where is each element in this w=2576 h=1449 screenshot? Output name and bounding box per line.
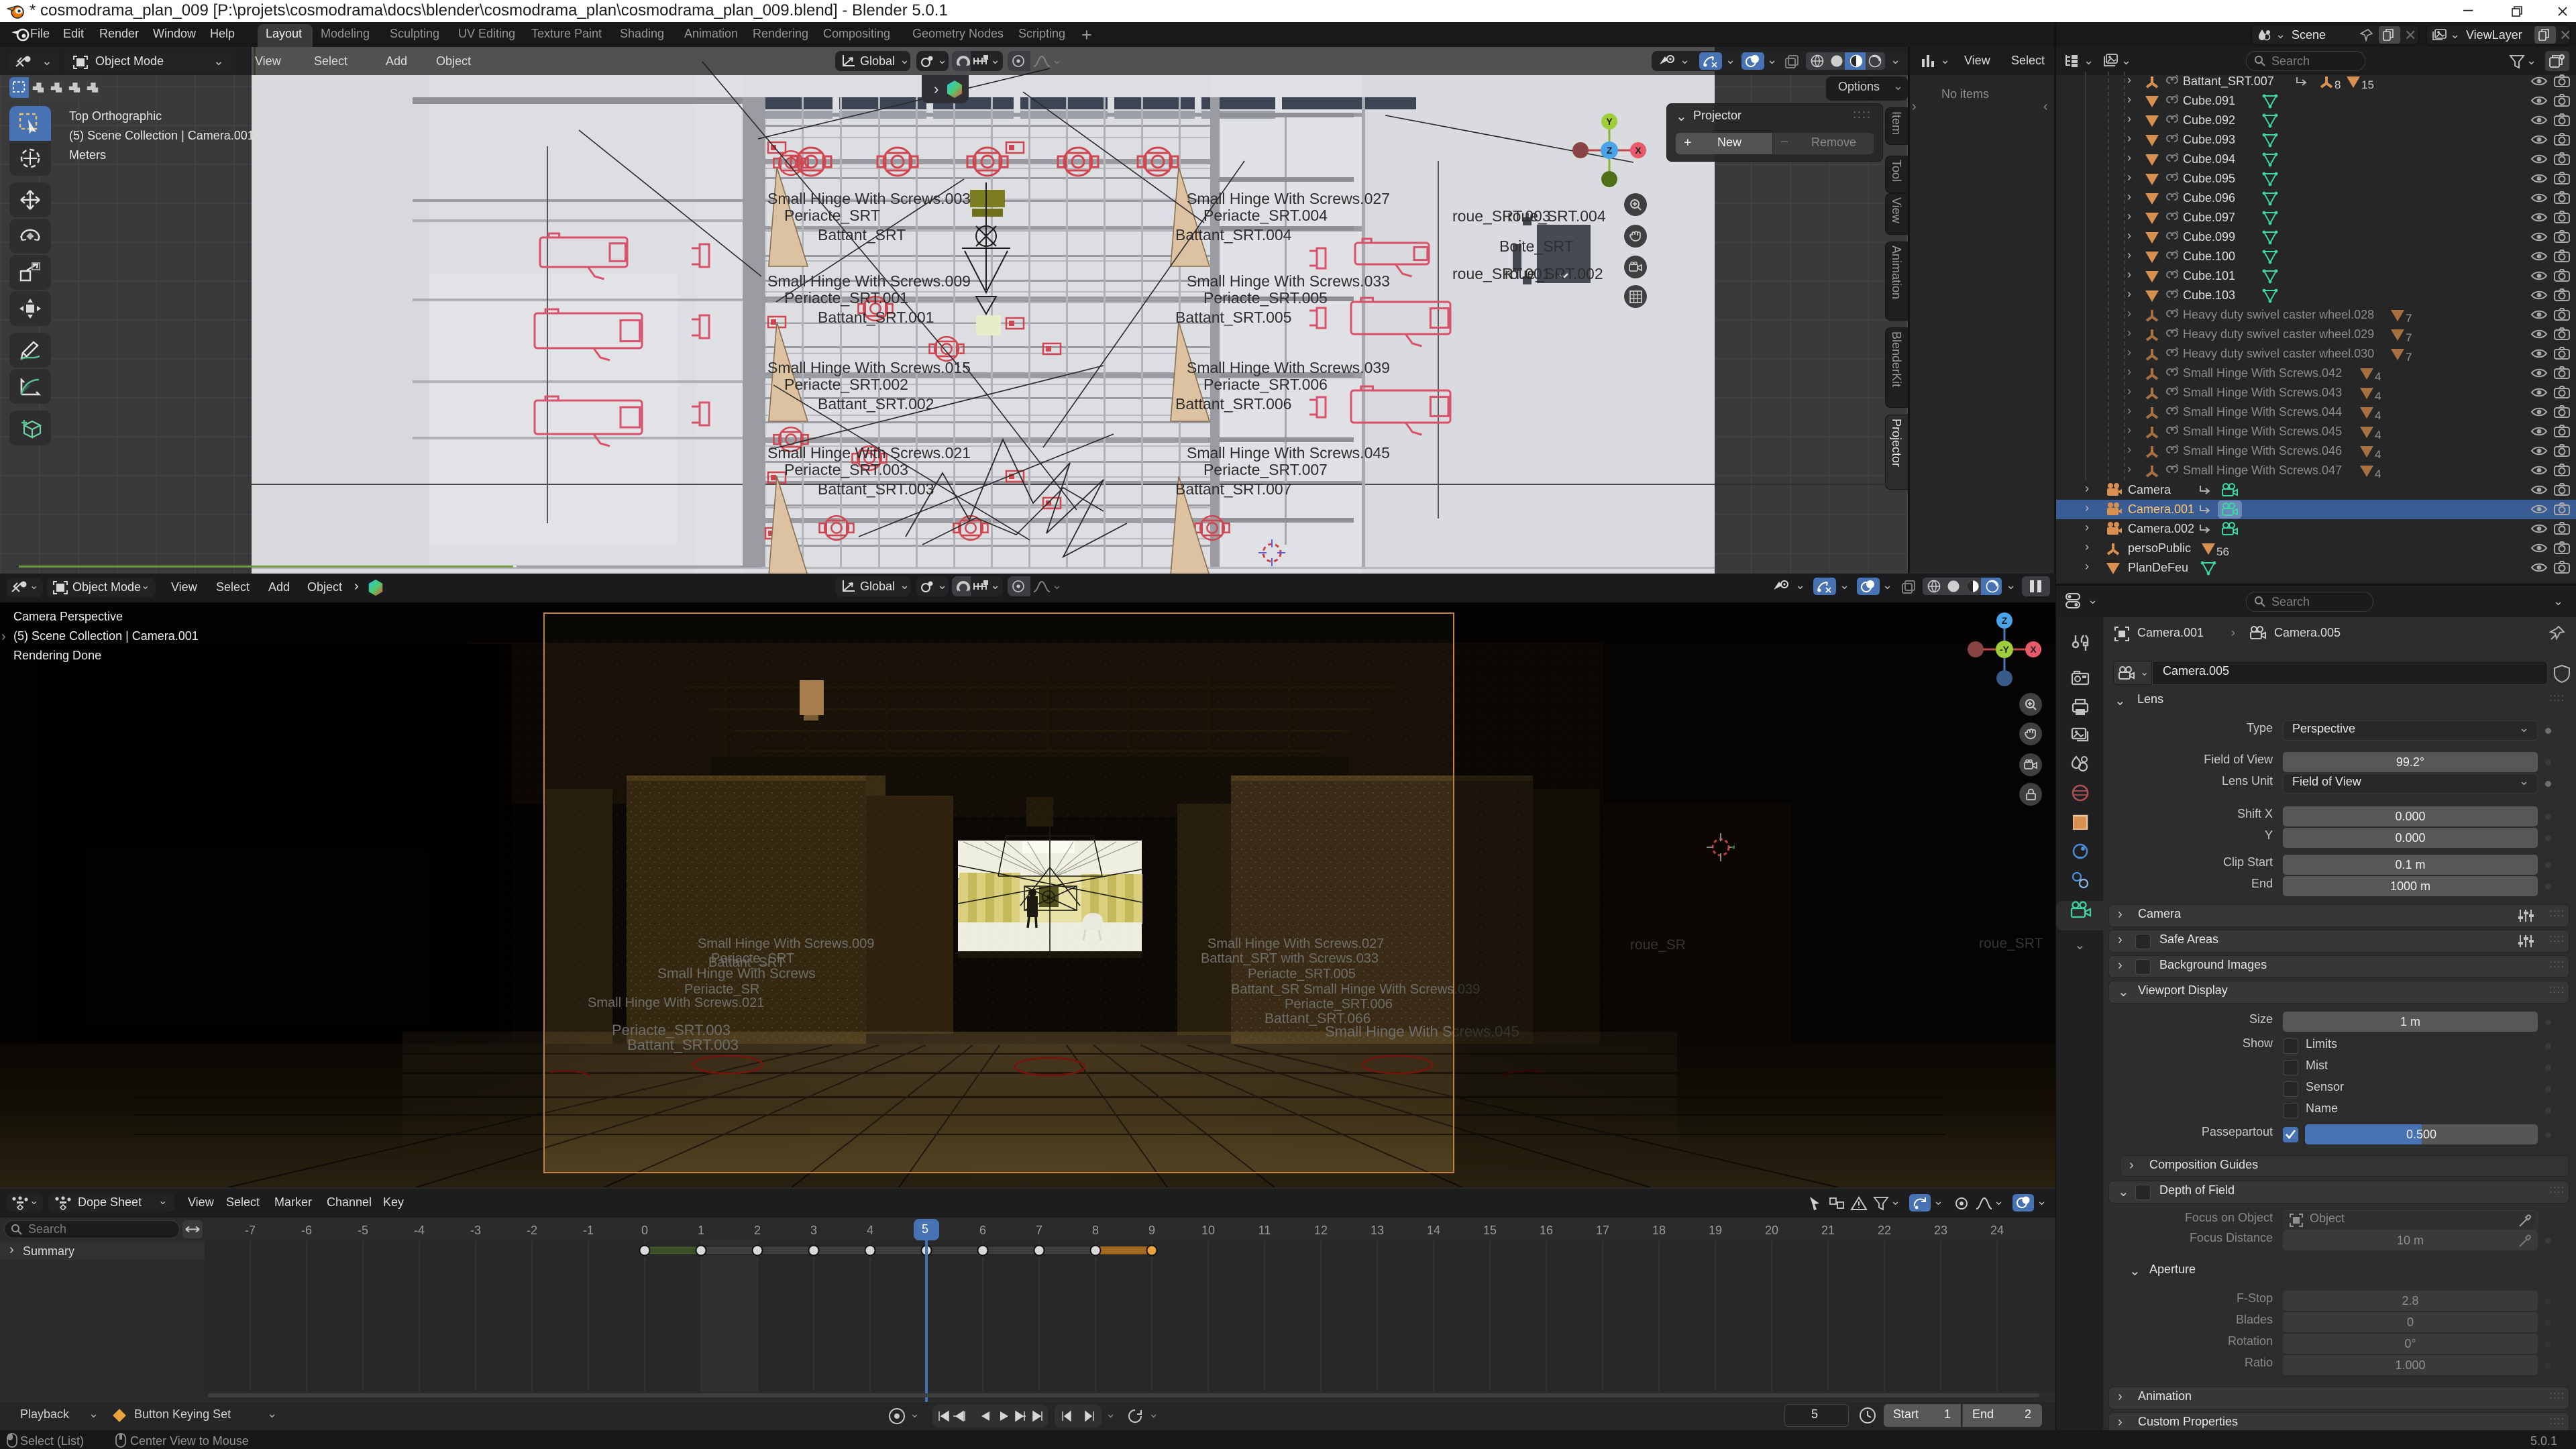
- svg-text:Small Hinge With Screws.045: Small Hinge With Screws.045: [1187, 444, 1390, 462]
- svg-text:Periacte_SRT: Periacte_SRT: [784, 207, 880, 224]
- svg-text:18: 18: [1652, 1224, 1666, 1237]
- svg-text:Battant_SRT.003: Battant_SRT.003: [818, 480, 934, 498]
- svg-text:1: 1: [698, 1224, 704, 1237]
- svg-text:Periacte_SRT.002: Periacte_SRT.002: [784, 376, 908, 393]
- svg-text:0: 0: [641, 1224, 648, 1237]
- svg-text:11: 11: [1258, 1224, 1271, 1237]
- svg-text:Periacte_SRT.007: Periacte_SRT.007: [1203, 461, 1328, 478]
- svg-text:-1: -1: [583, 1224, 594, 1237]
- svg-text:3: 3: [810, 1224, 817, 1237]
- svg-text:Small Hinge With Screws.021: Small Hinge With Screws.021: [767, 444, 971, 462]
- svg-text:13: 13: [1371, 1224, 1384, 1237]
- svg-text:-5: -5: [358, 1224, 368, 1237]
- svg-text:Battant_SRT: Battant_SRT: [818, 226, 906, 244]
- svg-text:Battant_SRT.001: Battant_SRT.001: [818, 309, 934, 326]
- svg-text:Battant_SRT.007: Battant_SRT.007: [1175, 480, 1291, 498]
- svg-text:Boite_SRT: Boite_SRT: [1499, 237, 1574, 255]
- svg-text:14: 14: [1427, 1224, 1440, 1237]
- svg-text:23: 23: [1934, 1224, 1947, 1237]
- svg-text:Small Hinge With Screws.033: Small Hinge With Screws.033: [1187, 272, 1390, 290]
- svg-text:6: 6: [979, 1224, 986, 1237]
- svg-text:Periacte_SRT.005: Periacte_SRT.005: [1203, 289, 1328, 307]
- svg-text:Small Hinge With Screws.003: Small Hinge With Screws.003: [767, 190, 971, 207]
- svg-text:4: 4: [867, 1224, 873, 1237]
- svg-text:Small Hinge With Screws.009: Small Hinge With Screws.009: [767, 272, 971, 290]
- svg-text:Periacte_SRT.006: Periacte_SRT.006: [1203, 376, 1328, 393]
- svg-text:-7: -7: [245, 1224, 256, 1237]
- svg-text:22: 22: [1878, 1224, 1891, 1237]
- svg-text:Z: Z: [1607, 145, 1613, 156]
- svg-text:Battant_SRT.006: Battant_SRT.006: [1175, 395, 1291, 413]
- svg-text:Small Hinge With Screws.027: Small Hinge With Screws.027: [1187, 190, 1390, 207]
- svg-text:2: 2: [754, 1224, 761, 1237]
- svg-text:7: 7: [1036, 1224, 1042, 1237]
- svg-text:Z: Z: [2002, 615, 2008, 626]
- svg-text:19: 19: [1709, 1224, 1722, 1237]
- svg-text:16: 16: [1540, 1224, 1553, 1237]
- svg-text:10: 10: [1201, 1224, 1215, 1237]
- svg-text:Periacte_SRT.001: Periacte_SRT.001: [784, 289, 908, 307]
- svg-text:X: X: [2030, 644, 2037, 655]
- svg-text:roue_SRT.002: roue_SRT.002: [1505, 265, 1603, 282]
- svg-text:8: 8: [1092, 1224, 1099, 1237]
- svg-text:21: 21: [1821, 1224, 1835, 1237]
- svg-text:20: 20: [1765, 1224, 1778, 1237]
- svg-text:12: 12: [1314, 1224, 1328, 1237]
- svg-text:roue_SRT.004: roue_SRT.004: [1507, 207, 1606, 225]
- svg-text:Small Hinge With Screws.015: Small Hinge With Screws.015: [767, 359, 971, 376]
- svg-text:Battant_SRT.004: Battant_SRT.004: [1175, 226, 1292, 244]
- svg-text:-Y: -Y: [2000, 644, 2010, 655]
- svg-text:-2: -2: [527, 1224, 537, 1237]
- svg-text:X: X: [1635, 145, 1642, 156]
- svg-text:9: 9: [1148, 1224, 1155, 1237]
- svg-text:Periacte_SRT.003: Periacte_SRT.003: [784, 461, 908, 478]
- svg-text:Small Hinge With Screws.039: Small Hinge With Screws.039: [1187, 359, 1390, 376]
- svg-text:17: 17: [1596, 1224, 1609, 1237]
- svg-text:Battant_SRT.002: Battant_SRT.002: [818, 395, 934, 413]
- svg-text:-6: -6: [301, 1224, 312, 1237]
- svg-text:Battant_SRT.005: Battant_SRT.005: [1175, 309, 1291, 326]
- svg-text:-3: -3: [470, 1224, 481, 1237]
- svg-text:-4: -4: [414, 1224, 425, 1237]
- svg-text:Periacte_SRT.004: Periacte_SRT.004: [1203, 207, 1328, 224]
- svg-text:Y: Y: [1606, 116, 1613, 127]
- svg-text:15: 15: [1483, 1224, 1497, 1237]
